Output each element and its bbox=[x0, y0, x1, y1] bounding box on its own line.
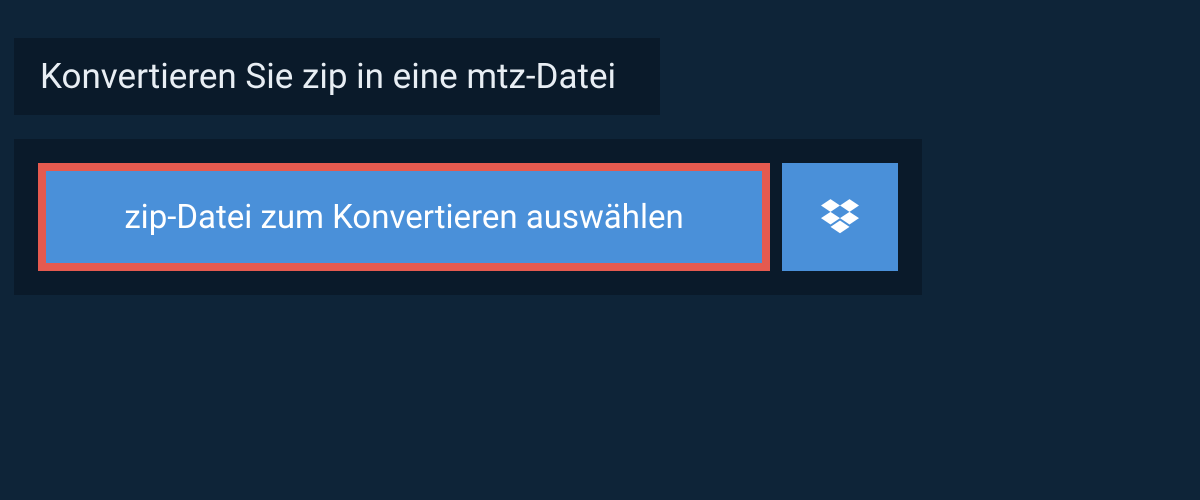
dropbox-button[interactable] bbox=[782, 163, 898, 271]
dropbox-icon bbox=[821, 196, 859, 238]
header-bar: Konvertieren Sie zip in eine mtz-Datei bbox=[14, 38, 660, 115]
select-file-button[interactable]: zip-Datei zum Konvertieren auswählen bbox=[38, 163, 770, 271]
page-title: Konvertieren Sie zip in eine mtz-Datei bbox=[40, 56, 616, 97]
select-file-label: zip-Datei zum Konvertieren auswählen bbox=[124, 198, 683, 237]
upload-section: zip-Datei zum Konvertieren auswählen bbox=[14, 139, 922, 295]
